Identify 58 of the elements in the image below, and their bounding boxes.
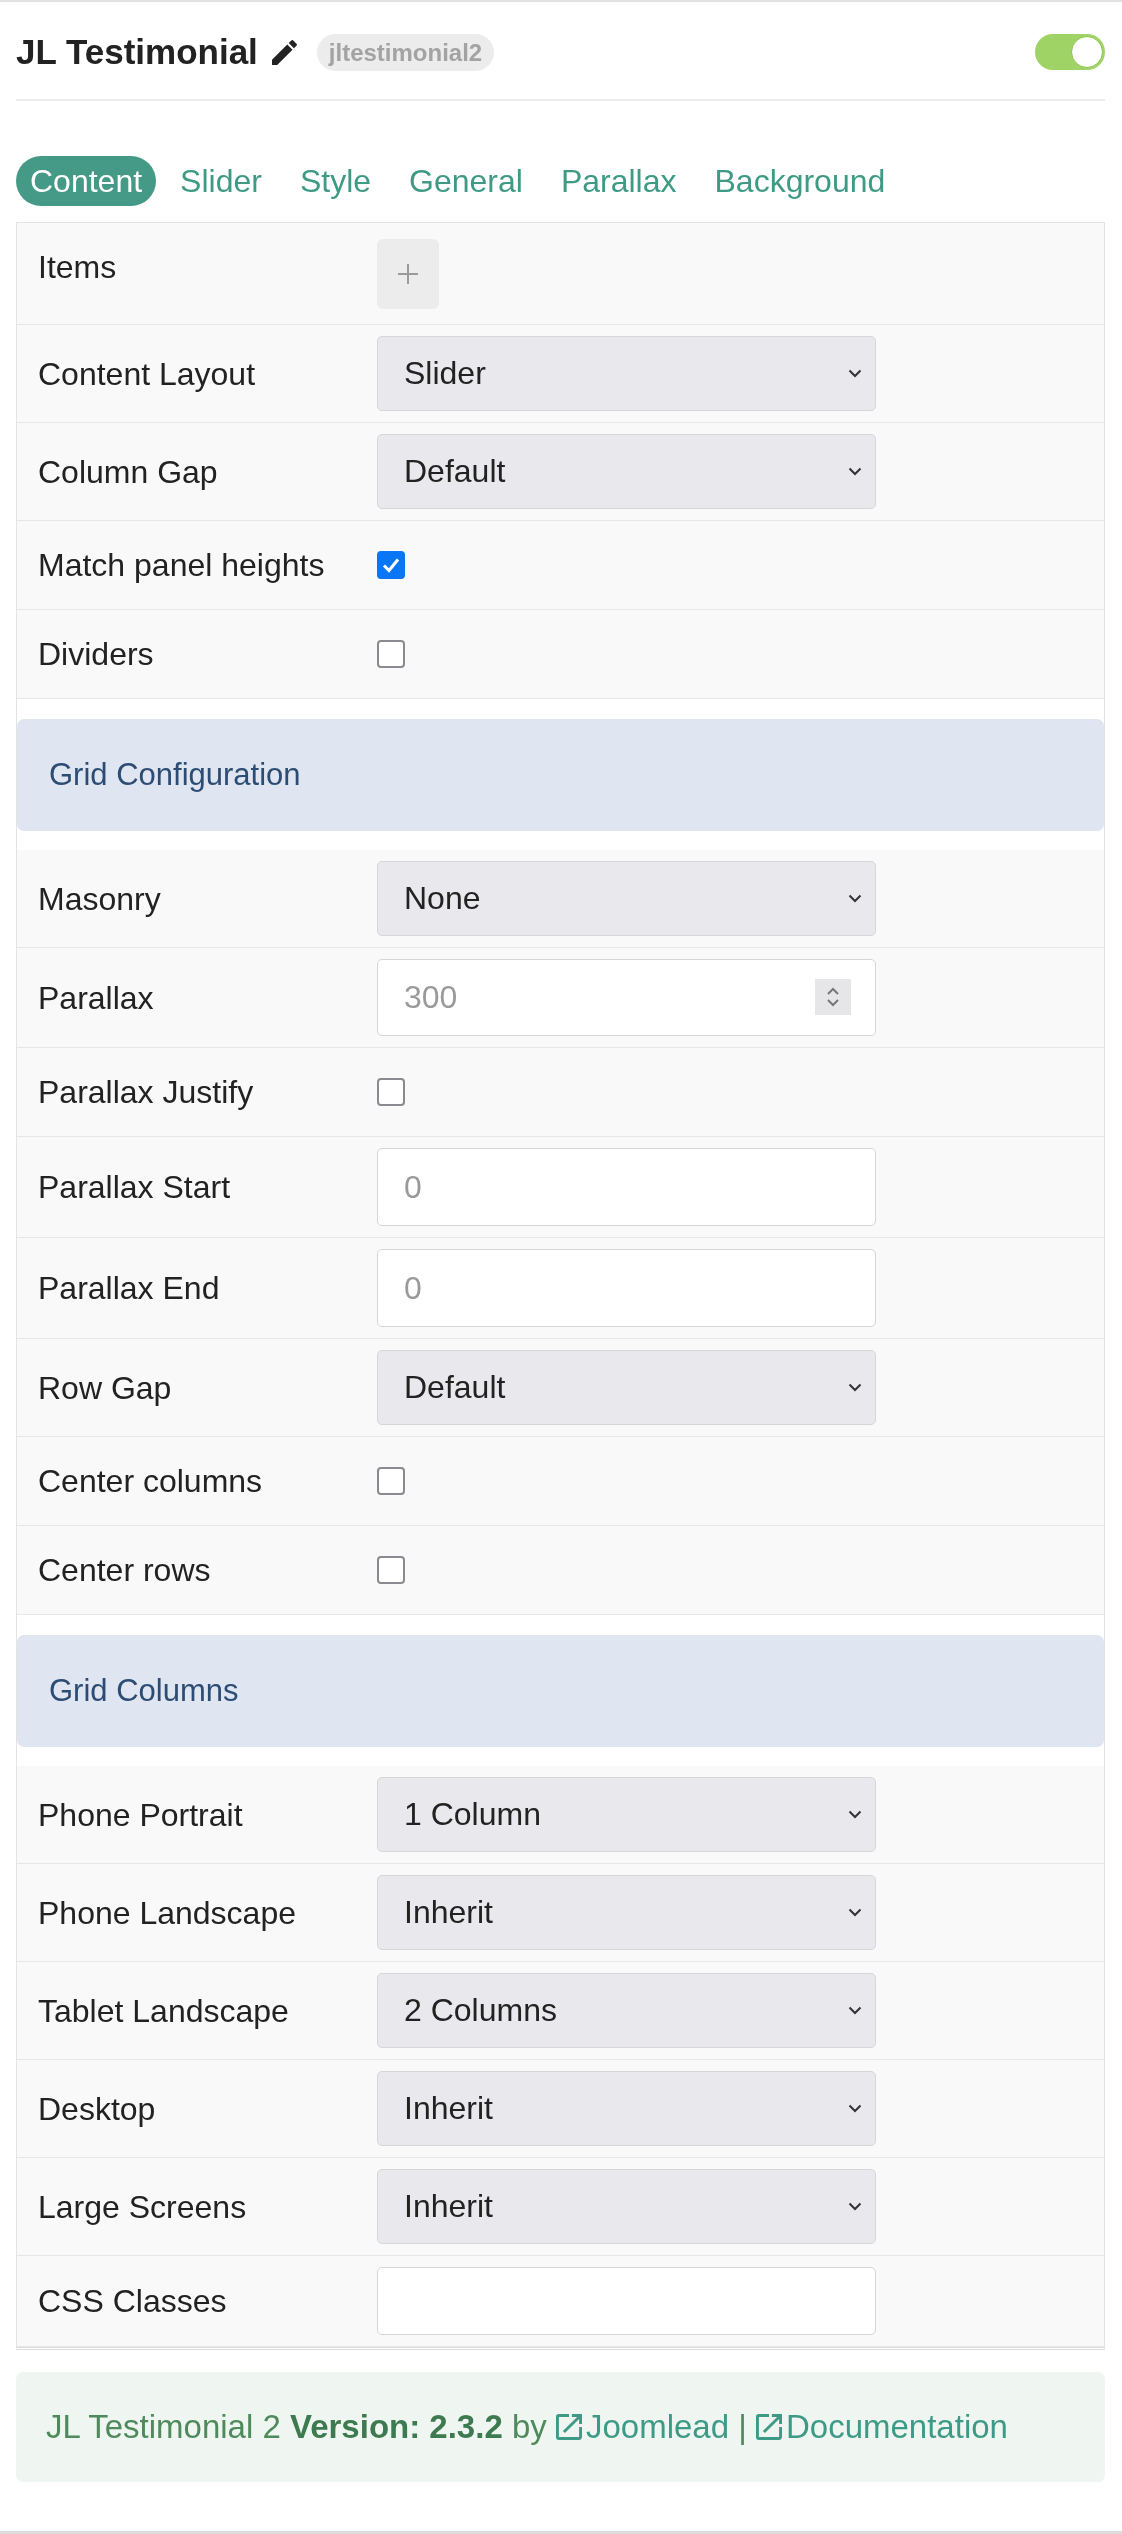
field-label: Phone Landscape — [38, 1894, 297, 1931]
field-label: Content Layout — [38, 355, 257, 392]
select-field[interactable]: Inherit — [377, 2071, 876, 2146]
checkbox[interactable] — [377, 551, 405, 579]
select-field[interactable]: None — [377, 861, 876, 936]
chevron-down-icon — [848, 894, 862, 903]
toggle-switch[interactable] — [1035, 34, 1105, 70]
external-link-icon — [755, 2414, 782, 2440]
number-field[interactable]: 300 — [377, 959, 876, 1036]
field-label: CSS Classes — [38, 2283, 228, 2319]
checkbox[interactable] — [377, 1556, 405, 1584]
checkmark-icon — [382, 557, 400, 573]
field-label: Column Gap — [38, 453, 219, 490]
field-label: Large Screens — [38, 2188, 248, 2225]
number-field[interactable]: 0 — [377, 1249, 876, 1327]
field-label: Row Gap — [38, 1369, 173, 1406]
chevron-down-icon — [848, 1810, 862, 1819]
widget-title: JL Testimonial — [16, 32, 258, 72]
chevron-down-icon — [848, 1908, 862, 1917]
checkbox[interactable] — [377, 1078, 405, 1106]
text-field[interactable] — [377, 2267, 876, 2335]
field-label: Items — [38, 248, 118, 285]
field-label: Parallax — [38, 979, 155, 1016]
field-label: Parallax End — [38, 1270, 221, 1306]
field-label: Tablet Landscape — [38, 1992, 290, 2029]
select-field[interactable]: Slider — [377, 336, 876, 411]
field-label: Parallax Justify — [38, 1074, 255, 1110]
spinner-arrows-icon[interactable] — [815, 979, 851, 1015]
id-badge: jltestimonial2 — [316, 33, 495, 71]
version-info: JL Testimonial 2 Version: 2.3.2 by Joomlead | Documentation — [46, 2408, 1008, 2446]
field-label: Masonry — [38, 880, 162, 917]
chevron-down-icon — [848, 369, 862, 378]
select-field[interactable]: Inherit — [377, 2169, 876, 2244]
select-field[interactable]: Default — [377, 1350, 876, 1425]
chevron-down-icon — [848, 2104, 862, 2113]
field-label: Center rows — [38, 1552, 212, 1588]
select-field[interactable]: 2 Columns — [377, 1973, 876, 2048]
field-label: Desktop — [38, 2090, 157, 2127]
field-label: Phone Portrait — [38, 1796, 244, 1833]
external-link-icon — [555, 2414, 582, 2440]
section-header: Grid Configuration — [17, 719, 1104, 831]
number-field[interactable]: 0 — [377, 1148, 876, 1226]
select-field[interactable]: Inherit — [377, 1875, 876, 1950]
field-label: Dividers — [38, 636, 155, 672]
field-label: Center columns — [38, 1463, 264, 1499]
checkbox[interactable] — [377, 640, 405, 668]
section-header: Grid Columns — [17, 1635, 1104, 1747]
pencil-icon[interactable] — [271, 39, 297, 65]
chevron-down-icon — [848, 1383, 862, 1392]
chevron-down-icon — [848, 2202, 862, 2211]
checkbox[interactable] — [377, 1467, 405, 1495]
select-field[interactable]: 1 Column — [377, 1777, 876, 1852]
chevron-down-icon — [848, 2006, 862, 2015]
select-field[interactable]: Default — [377, 434, 876, 509]
chevron-down-icon — [848, 467, 862, 476]
field-label: Parallax Start — [38, 1169, 232, 1205]
plus-icon — [398, 264, 418, 284]
field-label: Match panel heights — [38, 547, 326, 583]
